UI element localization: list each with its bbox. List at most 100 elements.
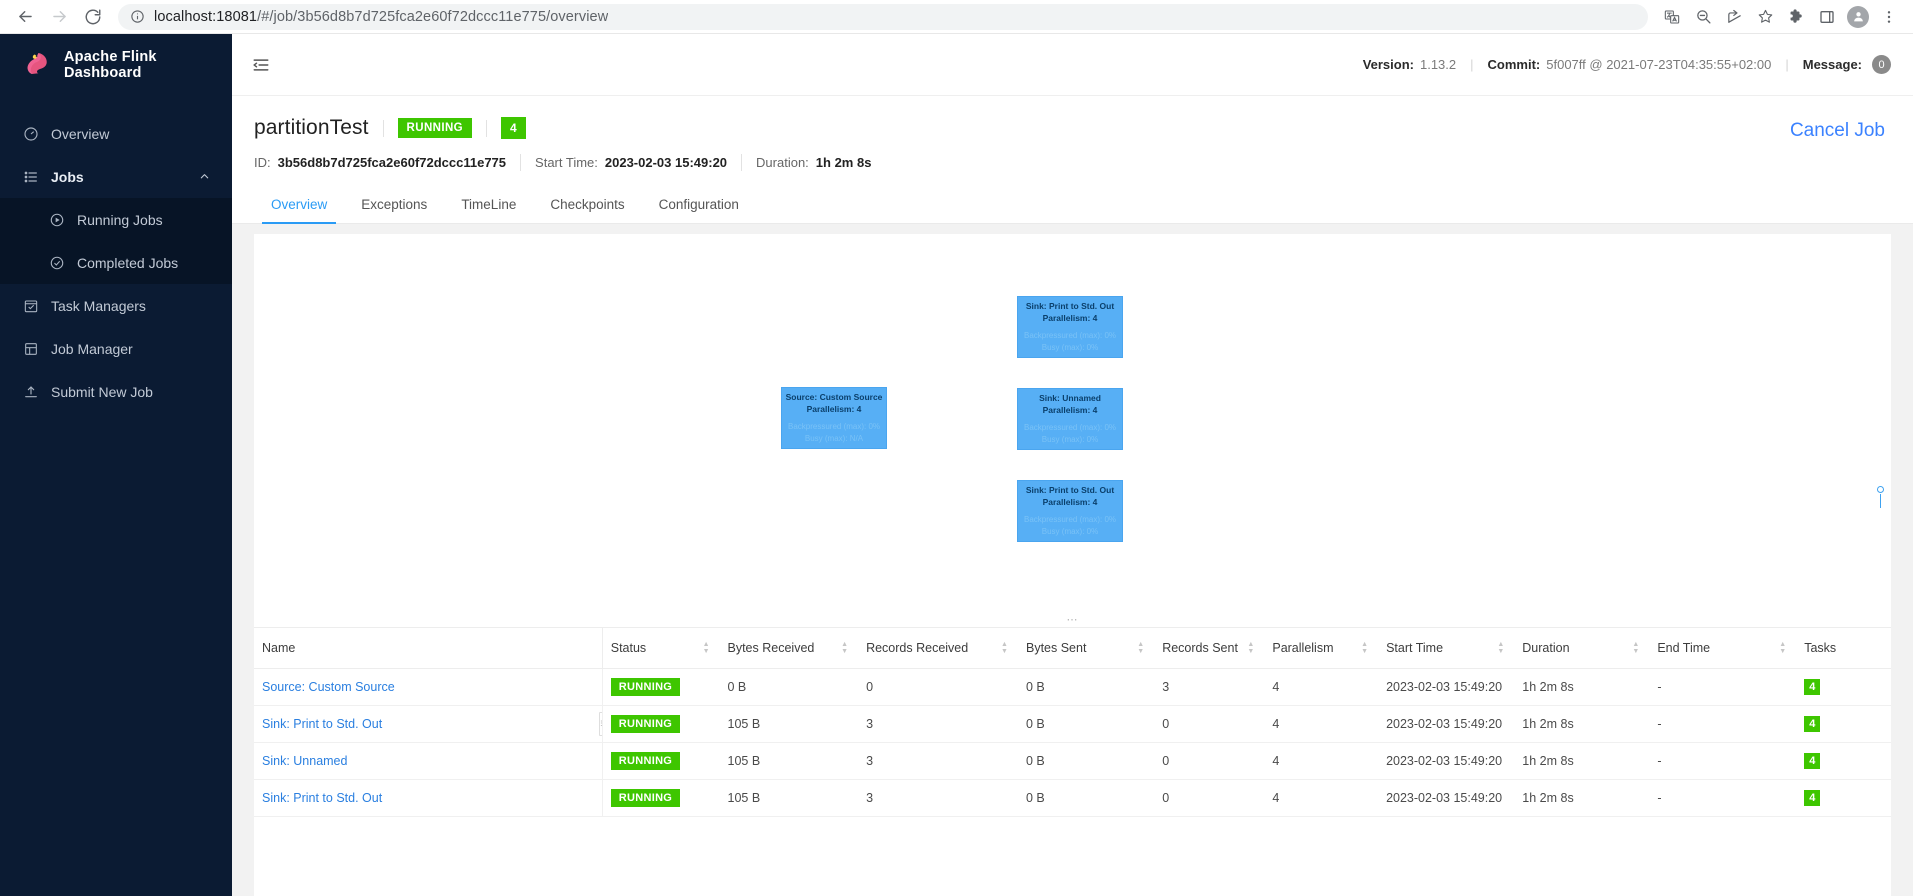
cancel-job-button[interactable]: Cancel Job [1790, 120, 1885, 142]
bookmark-star-icon[interactable] [1751, 3, 1779, 31]
tab-timeline[interactable]: TimeLine [444, 187, 533, 223]
duration-value: 1h 2m 8s [815, 155, 872, 170]
node-backpressure: Backpressured (max): 0% [1023, 423, 1117, 433]
share-icon[interactable] [1720, 3, 1748, 31]
browser-menu-icon[interactable] [1875, 3, 1903, 31]
sidebar-item-label: Completed Jobs [77, 254, 179, 271]
site-info-icon[interactable] [130, 9, 145, 24]
node-busy: Busy (max): N/A [804, 434, 864, 444]
table-row[interactable]: Source: Custom Source RUNNING 0 B 0 0 B … [254, 668, 1891, 706]
col-header-start-time[interactable]: Start Time ▲ ▼ [1378, 627, 1515, 669]
sort-arrows-icon[interactable]: ▲ ▼ [1137, 641, 1144, 655]
forward-arrow-icon[interactable] [44, 2, 74, 32]
cell-bytes-received: 105 B [719, 779, 859, 817]
tasks-count-badge: 4 [501, 117, 526, 139]
col-header-name[interactable]: Name [254, 627, 603, 669]
column-resizer[interactable]: ⋮ [598, 712, 602, 736]
browser-action-icons [1658, 3, 1903, 31]
sidebar-item-submit-new-job[interactable]: Submit New Job [0, 370, 232, 413]
cell-name[interactable]: Source: Custom Source [254, 668, 603, 706]
reload-icon[interactable] [78, 2, 108, 32]
panel-resize-handle[interactable]: ⋯ [1057, 615, 1088, 627]
graph-node-sink-top[interactable]: Sink: Print to Std. Out Parallelism: 4 B… [1017, 296, 1123, 358]
vertex-link[interactable]: Source: Custom Source [262, 680, 395, 694]
sidebar-item-task-managers[interactable]: Task Managers [0, 284, 232, 327]
node-parallelism: Parallelism: 4 [806, 404, 862, 414]
sort-arrows-icon[interactable]: ▲ ▼ [1779, 641, 1786, 655]
col-header-duration[interactable]: Duration ▲ ▼ [1514, 627, 1650, 669]
col-header-parallelism[interactable]: Parallelism ▲ ▼ [1264, 627, 1379, 669]
col-header-end-time[interactable]: End Time ▲ ▼ [1649, 627, 1797, 669]
col-header-records-received[interactable]: Records Received ▲ ▼ [858, 627, 1018, 669]
vertex-link[interactable]: Sink: Print to Std. Out [262, 791, 382, 805]
menu-fold-icon[interactable] [248, 52, 274, 78]
sort-arrows-icon[interactable]: ▲ ▼ [1632, 641, 1639, 655]
chevron-up-icon[interactable] [199, 169, 210, 185]
side-panel-icon[interactable] [1813, 3, 1841, 31]
sort-arrows-icon[interactable]: ▲ ▼ [841, 641, 848, 655]
col-header-bytes-received[interactable]: Bytes Received ▲ ▼ [719, 627, 859, 669]
tab-overview[interactable]: Overview [254, 187, 344, 224]
translate-icon[interactable] [1658, 3, 1686, 31]
col-label: Start Time [1386, 641, 1444, 655]
tab-exceptions[interactable]: Exceptions [344, 187, 444, 223]
col-header-status[interactable]: Status ▲ ▼ [602, 627, 720, 669]
tasks-badge: 4 [1804, 753, 1821, 769]
zoom-out-icon[interactable] [1689, 3, 1717, 31]
tab-checkpoints[interactable]: Checkpoints [533, 187, 641, 223]
profile-avatar-icon[interactable] [1844, 3, 1872, 31]
status-badge: RUNNING [610, 678, 681, 696]
node-parallelism: Parallelism: 4 [1042, 405, 1098, 415]
sidebar-nav: Overview Jobs Running Jobs Completed Job… [0, 112, 232, 413]
sort-arrows-icon[interactable]: ▲ ▼ [1497, 641, 1504, 655]
content-area: FORWARD FORWARD FORWARD Source: Custom S… [232, 224, 1913, 896]
cell-records-received: 3 [858, 705, 1018, 743]
sidebar-item-label: Running Jobs [77, 211, 163, 228]
sidebar-item-job-manager[interactable]: Job Manager [0, 327, 232, 370]
sidebar-item-completed-jobs[interactable]: Completed Jobs [0, 241, 232, 284]
app-shell: Apache Flink Dashboard Overview Jobs Run… [0, 34, 1913, 896]
sidebar-item-running-jobs[interactable]: Running Jobs [0, 198, 232, 241]
tab-configuration[interactable]: Configuration [642, 187, 756, 223]
cell-start-time: 2023-02-03 15:49:20 [1378, 668, 1515, 706]
cell-name[interactable]: Sink: Unnamed [254, 742, 603, 780]
job-graph[interactable]: FORWARD FORWARD FORWARD Source: Custom S… [254, 234, 1891, 627]
address-bar[interactable]: localhost:18081/#/job/3b56d8b7d725fca2e6… [118, 3, 1648, 30]
sidebar-item-jobs[interactable]: Jobs [0, 155, 232, 198]
vertex-table-header: Name Status ▲ ▼ Bytes Received ▲ ▼ Records R… [254, 627, 1891, 669]
sort-arrows-icon[interactable]: ▲ ▼ [703, 641, 710, 655]
vertex-link[interactable]: Sink: Unnamed [262, 754, 347, 768]
vertex-link[interactable]: Sink: Print to Std. Out [262, 717, 382, 731]
col-header-bytes-sent[interactable]: Bytes Sent ▲ ▼ [1017, 627, 1155, 669]
col-header-records-sent[interactable]: Records Sent ▲ ▼ [1154, 627, 1265, 669]
job-tabs: Overview Exceptions TimeLine Checkpoints… [232, 187, 1913, 224]
sidebar-item-label: Submit New Job [51, 383, 153, 400]
node-busy: Busy (max): 0% [1041, 435, 1099, 445]
brand[interactable]: Apache Flink Dashboard [0, 34, 232, 96]
cell-parallelism: 4 [1264, 742, 1379, 780]
sidebar-item-overview[interactable]: Overview [0, 112, 232, 155]
graph-node-source[interactable]: Source: Custom Source Parallelism: 4 Bac… [781, 387, 887, 449]
sort-arrows-icon[interactable]: ▲ ▼ [1001, 641, 1008, 655]
graph-scroll-indicator-line[interactable] [1879, 494, 1881, 508]
cell-records-sent: 0 [1154, 742, 1265, 780]
sort-arrows-icon[interactable]: ▲ ▼ [1361, 641, 1368, 655]
node-backpressure: Backpressured (max): 0% [1023, 331, 1117, 341]
vertex-table-body: Source: Custom Source RUNNING 0 B 0 0 B … [254, 668, 1891, 817]
table-row[interactable]: Sink: Print to Std. Out ⋮ RUNNING 105 B 3… [254, 705, 1891, 743]
col-header-tasks[interactable]: Tasks [1796, 627, 1891, 669]
graph-node-sink-bottom[interactable]: Sink: Print to Std. Out Parallelism: 4 B… [1017, 480, 1123, 542]
message-count-badge[interactable]: 0 [1872, 55, 1891, 74]
cell-name[interactable]: Sink: Print to Std. Out ⋮ [254, 705, 603, 743]
back-arrow-icon[interactable] [10, 2, 40, 32]
extensions-puzzle-icon[interactable] [1782, 3, 1810, 31]
cell-name[interactable]: Sink: Print to Std. Out [254, 779, 603, 817]
duration-label: Duration: [756, 155, 809, 170]
table-row[interactable]: Sink: Print to Std. Out RUNNING 105 B 3 … [254, 779, 1891, 817]
graph-scroll-indicator-dot[interactable] [1877, 486, 1884, 493]
job-id-value: 3b56d8b7d725fca2e60f72dccc11e775 [277, 155, 507, 170]
table-row[interactable]: Sink: Unnamed RUNNING 105 B 3 0 B 0 4 20… [254, 742, 1891, 780]
graph-node-sink-middle[interactable]: Sink: Unnamed Parallelism: 4 Backpressur… [1017, 388, 1123, 450]
sort-arrows-icon[interactable]: ▲ ▼ [1247, 641, 1254, 655]
cell-start-time: 2023-02-03 15:49:20 [1378, 705, 1515, 743]
